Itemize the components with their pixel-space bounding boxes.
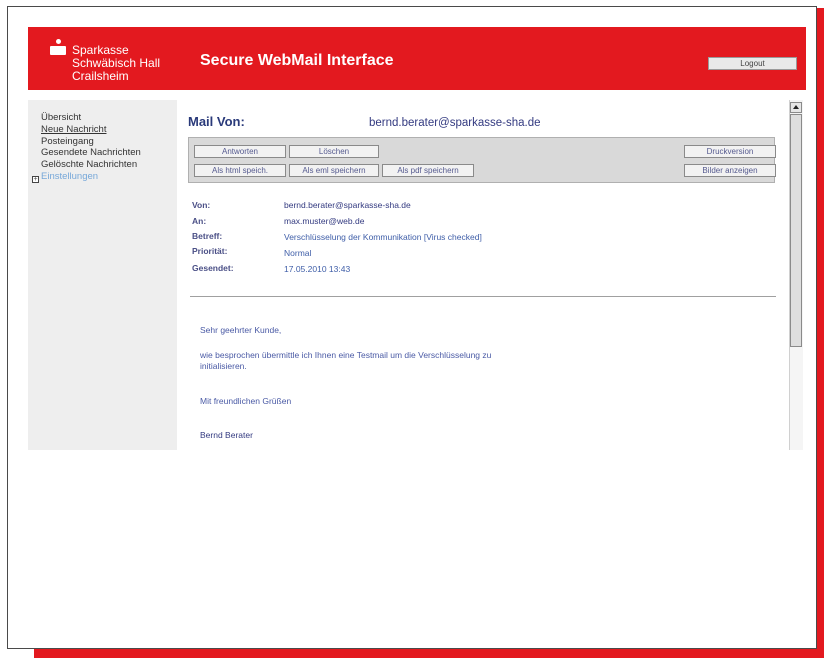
scroll-up-icon[interactable]: [790, 102, 802, 113]
mail-from-address: bernd.berater@sparkasse-sha.de: [369, 117, 541, 129]
field-label-sent: Gesendet:: [192, 263, 234, 273]
field-value-priority: Normal: [284, 248, 312, 258]
mail-body-closing: Mit freundlichen Grüßen: [200, 396, 292, 406]
sidebar-item-gesendete[interactable]: Gesendete Nachrichten: [41, 148, 141, 158]
field-label-from: Von:: [192, 200, 211, 210]
field-value-to: max.muster@web.de: [284, 216, 365, 226]
sidebar-item-neue-nachricht[interactable]: Neue Nachricht: [41, 125, 106, 135]
field-value-sent: 17.05.2010 13:43: [284, 264, 351, 274]
expand-plus-icon[interactable]: +: [32, 176, 39, 183]
delete-button[interactable]: Löschen: [289, 145, 379, 158]
sparkasse-logo-icon: [50, 39, 66, 57]
sidebar-item-einstellungen[interactable]: Einstellungen: [41, 172, 98, 182]
logout-button[interactable]: Logout: [708, 57, 797, 70]
app-title: Secure WebMail Interface: [200, 52, 394, 69]
mail-from-title: Mail Von:: [188, 114, 245, 129]
show-images-button[interactable]: Bilder anzeigen: [684, 164, 776, 177]
sidebar-item-posteingang[interactable]: Posteingang: [41, 137, 94, 147]
mail-body-greeting: Sehr geehrter Kunde,: [200, 325, 282, 335]
mail-body-signature: Bernd Berater: [200, 430, 253, 440]
save-eml-button[interactable]: Als eml speichern: [289, 164, 379, 177]
scrollbar-thumb[interactable]: [790, 114, 802, 347]
save-pdf-button[interactable]: Als pdf speichern: [382, 164, 474, 177]
field-label-to: An:: [192, 216, 207, 226]
reply-button[interactable]: Antworten: [194, 145, 286, 158]
bank-name-line3: Crailsheim: [72, 69, 129, 83]
field-value-subject: Verschlüsselung der Kommunikation [Virus…: [284, 232, 482, 242]
field-label-priority: Priorität:: [192, 246, 228, 256]
save-html-button[interactable]: Als html speich.: [194, 164, 286, 177]
field-value-from: bernd.berater@sparkasse-sha.de: [284, 200, 411, 210]
mail-body-line1: wie besprochen übermittle ich Ihnen eine…: [200, 350, 492, 360]
mail-body-line2: initialisieren.: [200, 361, 247, 371]
header-divider: [190, 296, 776, 297]
sidebar-item-uebersicht[interactable]: Übersicht: [41, 113, 81, 123]
bank-name: Sparkasse Schwäbisch Hall Crailsheim: [72, 44, 160, 83]
sidebar-item-geloeschte[interactable]: Gelöschte Nachrichten: [41, 160, 137, 170]
print-version-button[interactable]: Druckversion: [684, 145, 776, 158]
field-label-subject: Betreff:: [192, 231, 223, 241]
